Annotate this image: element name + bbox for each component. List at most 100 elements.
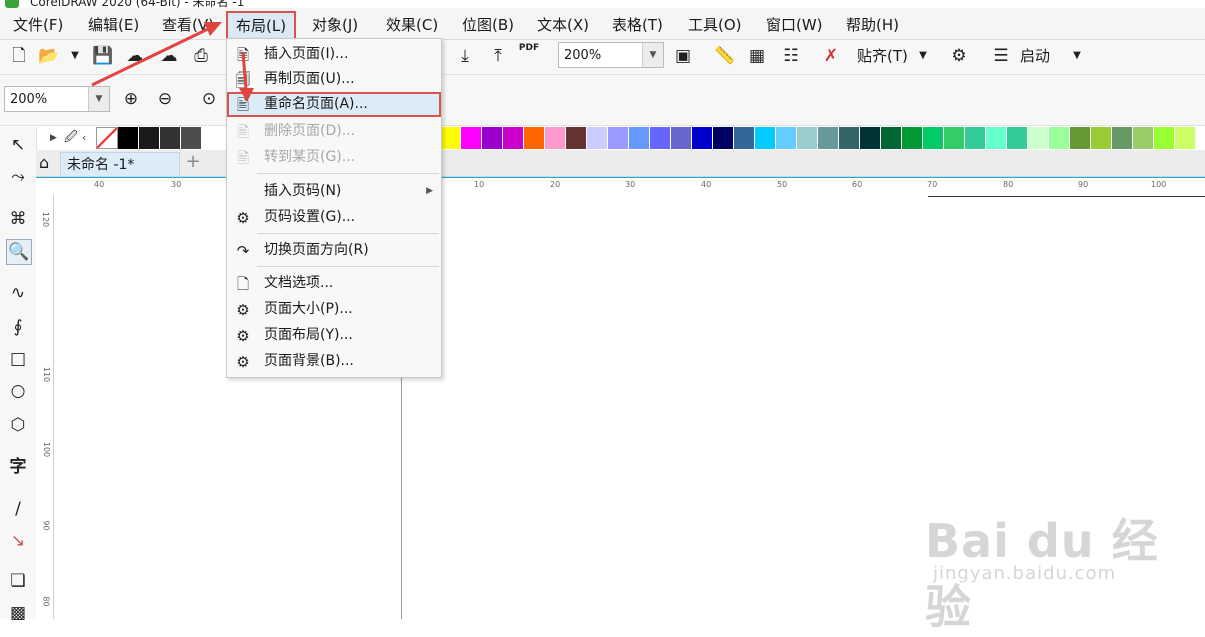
chevron-down-icon[interactable]: ▼ [88, 87, 109, 111]
color-swatch[interactable] [734, 127, 755, 149]
cloud-upload-icon[interactable]: ☁ [158, 45, 180, 67]
menu-file[interactable]: 文件(F) [13, 14, 63, 36]
launch-button[interactable]: 启动 [1020, 45, 1050, 67]
polygon-tool-icon[interactable]: ⬡ [6, 413, 30, 437]
color-swatch[interactable] [440, 127, 461, 149]
color-swatch[interactable] [1070, 127, 1091, 149]
snap-to-button[interactable]: 贴齐(T) [857, 45, 908, 67]
menu-tools[interactable]: 工具(O) [688, 14, 742, 36]
cloud-download-icon[interactable]: ☁ [124, 45, 146, 67]
color-swatch[interactable] [755, 127, 776, 149]
menu-effects[interactable]: 效果(C) [386, 14, 438, 36]
color-swatch[interactable] [1154, 127, 1175, 149]
publish-pdf-icon[interactable]: PDF [518, 42, 540, 64]
color-swatch[interactable] [1028, 127, 1049, 149]
no-color-swatch[interactable] [96, 127, 118, 149]
menu-layout[interactable]: 布局(L) [226, 11, 297, 41]
rectangle-tool-icon[interactable]: □ [6, 347, 30, 371]
new-document-icon[interactable]: 🗋 [8, 45, 30, 67]
text-tool-icon[interactable]: 字 [6, 455, 30, 479]
menu-edit[interactable]: 编辑(E) [88, 14, 139, 36]
color-swatch[interactable] [629, 127, 650, 149]
menu-window[interactable]: 窗口(W) [766, 14, 823, 36]
palette-scroll-left-icon[interactable]: ‹ [82, 127, 96, 149]
color-swatch[interactable] [650, 127, 671, 149]
zoom-tool-icon[interactable]: 🔍 [6, 239, 32, 265]
dimension-tool-icon[interactable]: ∕ [6, 497, 30, 521]
color-swatch[interactable] [608, 127, 629, 149]
menu-item-page-size[interactable]: ⚙ 页面大小(P)... [227, 297, 441, 322]
color-swatch[interactable] [902, 127, 923, 149]
menu-bitmaps[interactable]: 位图(B) [462, 14, 514, 36]
menu-item-page-number-settings[interactable]: ⚙ 页码设置(G)... [227, 205, 441, 230]
import-icon[interactable]: ⤓ [454, 45, 476, 67]
color-swatch[interactable] [482, 127, 503, 149]
zoom-level-select[interactable]: 200% ▼ [558, 42, 664, 68]
color-swatch[interactable] [986, 127, 1007, 149]
menu-item-insert-page[interactable]: 🗎 插入页面(I)... [227, 42, 441, 67]
document-tab[interactable]: 未命名 -1* [60, 152, 180, 176]
pick-tool-icon[interactable]: ↖ [6, 133, 30, 157]
color-swatch[interactable] [503, 127, 524, 149]
color-swatch[interactable] [839, 127, 860, 149]
color-swatch[interactable] [587, 127, 608, 149]
export-icon[interactable]: ⤒ [487, 45, 509, 67]
home-icon[interactable]: ⌂ [39, 153, 49, 172]
crop-tool-icon[interactable]: ⌘ [6, 207, 30, 231]
drop-shadow-tool-icon[interactable]: ❏ [6, 569, 30, 593]
open-folder-icon[interactable]: 📂 [38, 45, 60, 67]
color-swatch[interactable] [881, 127, 902, 149]
color-swatch[interactable] [1175, 127, 1196, 149]
menu-help[interactable]: 帮助(H) [846, 14, 899, 36]
application-launcher-icon[interactable]: ☰ [990, 45, 1012, 67]
show-rulers-icon[interactable]: 📏 [714, 45, 736, 67]
color-swatch[interactable] [181, 127, 202, 149]
menu-text[interactable]: 文本(X) [537, 14, 589, 36]
menu-table[interactable]: 表格(T) [612, 14, 663, 36]
zoom-in-icon[interactable]: ⊕ [120, 88, 142, 110]
add-document-tab-icon[interactable]: + [182, 151, 204, 175]
color-swatch[interactable] [818, 127, 839, 149]
menu-view[interactable]: 查看(V) [162, 14, 214, 36]
color-swatch[interactable] [671, 127, 692, 149]
options-gear-icon[interactable]: ⚙ [948, 45, 970, 67]
artistic-media-tool-icon[interactable]: ∮ [6, 315, 30, 339]
property-zoom-select[interactable]: 200% ▼ [4, 86, 110, 112]
connector-tool-icon[interactable]: ↘ [6, 529, 30, 553]
color-swatch[interactable] [1007, 127, 1028, 149]
color-swatch[interactable] [139, 127, 160, 149]
launch-dropdown-icon[interactable]: ▼ [1066, 45, 1088, 67]
color-swatch[interactable] [797, 127, 818, 149]
transparency-tool-icon[interactable]: ▩ [6, 601, 30, 625]
menu-item-page-background[interactable]: ⚙ 页面背景(B)... [227, 349, 441, 374]
full-screen-icon[interactable]: ▣ [672, 45, 694, 67]
color-swatch[interactable] [118, 127, 139, 149]
snap-off-icon[interactable]: ✗ [820, 45, 842, 67]
color-swatch[interactable] [524, 127, 545, 149]
save-icon[interactable]: 💾 [92, 45, 114, 67]
color-swatch[interactable] [461, 127, 482, 149]
eyedropper-icon[interactable]: 🖉 [64, 127, 82, 149]
open-dropdown-icon[interactable]: ▼ [64, 45, 86, 67]
show-grid-icon[interactable]: ▦ [746, 45, 768, 67]
ellipse-tool-icon[interactable]: ○ [6, 379, 30, 403]
color-swatch[interactable] [944, 127, 965, 149]
snap-dropdown-icon[interactable]: ▼ [912, 45, 934, 67]
color-swatch[interactable] [1091, 127, 1112, 149]
print-icon[interactable]: ⎙ [190, 45, 212, 67]
chevron-down-icon[interactable]: ▼ [642, 43, 663, 67]
color-swatch[interactable] [566, 127, 587, 149]
color-swatch[interactable] [160, 127, 181, 149]
color-swatch[interactable] [692, 127, 713, 149]
menu-item-insert-page-number[interactable]: 插入页码(N) ▶ [227, 179, 441, 204]
color-swatch[interactable] [545, 127, 566, 149]
shape-tool-icon[interactable]: ⤳ [6, 165, 30, 189]
color-swatch[interactable] [1133, 127, 1154, 149]
menu-item-document-options[interactable]: 🗋 文档选项... [227, 271, 441, 296]
color-swatch[interactable] [1112, 127, 1133, 149]
color-swatch[interactable] [965, 127, 986, 149]
show-guidelines-icon[interactable]: ☷ [780, 45, 802, 67]
palette-scroll-right-icon[interactable]: ▶ [50, 127, 64, 149]
menu-item-duplicate-page[interactable]: 🗐 再制页面(U)... [227, 67, 441, 92]
menu-object[interactable]: 对象(J) [312, 14, 358, 36]
